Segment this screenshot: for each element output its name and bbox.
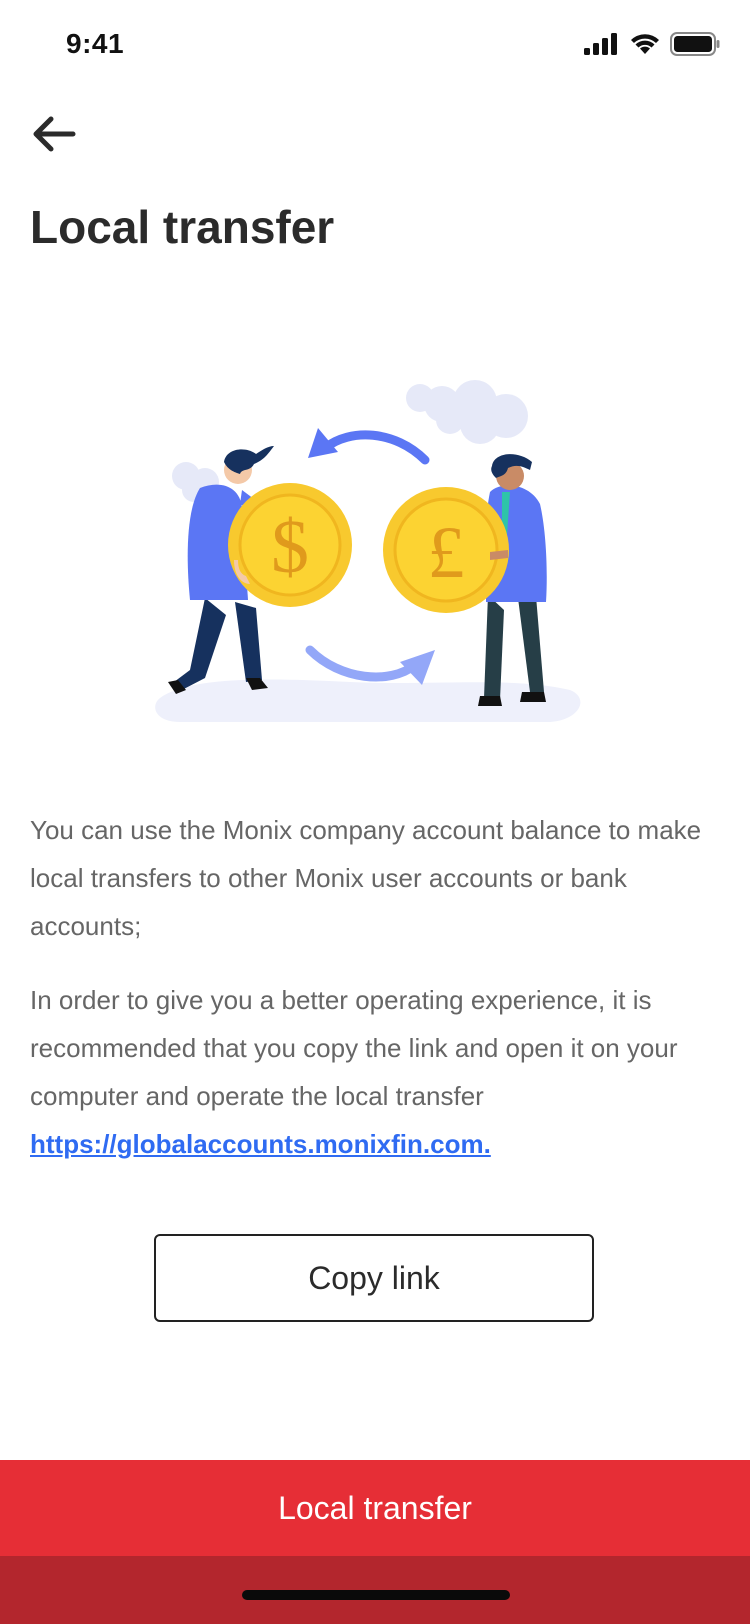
cellular-signal-icon (584, 33, 617, 55)
local-transfer-button[interactable]: Local transfer (0, 1460, 750, 1556)
description-paragraph-2: In order to give you a better operating … (30, 976, 720, 1168)
pound-coin-icon: £ (383, 487, 509, 613)
home-indicator[interactable] (242, 1590, 510, 1600)
wifi-icon (631, 34, 659, 54)
ground-shadow (155, 679, 581, 722)
dollar-coin-icon: $ (228, 483, 352, 607)
cloud-icon (406, 380, 528, 444)
transfer-illustration: $ £ (150, 380, 600, 740)
description-paragraph-1: You can use the Monix company account ba… (30, 815, 702, 941)
globalaccounts-link[interactable]: https://globalaccounts.monixfin.com. (30, 1120, 720, 1168)
back-arrow-icon (33, 116, 76, 152)
status-bar: 9:41 (0, 0, 750, 90)
copy-link-button[interactable]: Copy link (154, 1234, 594, 1322)
home-indicator-area (0, 1556, 750, 1624)
page-title: Local transfer (30, 201, 335, 253)
svg-text:£: £ (428, 512, 465, 594)
status-time: 9:41 (66, 28, 125, 59)
svg-text:$: $ (271, 505, 309, 589)
bottom-action-bar: Local transfer (0, 1460, 750, 1624)
description-paragraph-2-text: In order to give you a better operating … (30, 985, 678, 1111)
back-button[interactable] (26, 106, 82, 162)
battery-icon (670, 32, 720, 56)
status-icons (584, 32, 720, 56)
